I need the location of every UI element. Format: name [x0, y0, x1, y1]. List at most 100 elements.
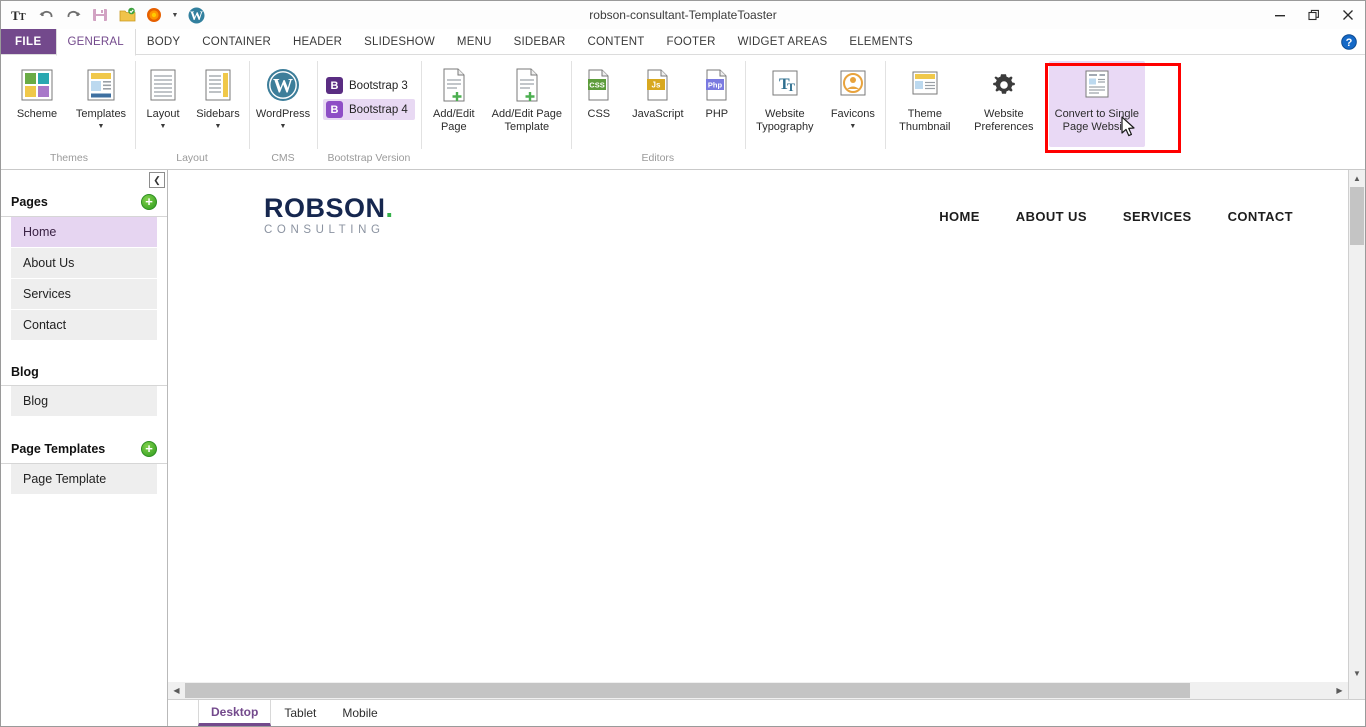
- css-editor-button[interactable]: CSS CSS: [573, 61, 625, 121]
- page-template-item[interactable]: Page Template: [11, 464, 157, 495]
- tab-footer[interactable]: FOOTER: [655, 29, 726, 55]
- ribbon-group-editors: CSS CSS Js JavaScript Php PHP Editors: [570, 55, 745, 169]
- group-label-themes: Themes: [50, 152, 88, 164]
- templatetoaster-window: TT ▼ W robson-consultant-TemplateToaster: [0, 0, 1366, 727]
- collapse-panel-button[interactable]: ❮: [149, 172, 165, 188]
- add-edit-page-template-icon: [511, 63, 543, 107]
- chevron-down-icon[interactable]: ▼: [849, 122, 856, 131]
- quick-access-toolbar: TT ▼ W: [1, 4, 207, 26]
- page-item-about-us[interactable]: About Us: [11, 248, 157, 279]
- ribbon-group-typography: TT Website Typography Favicons ▼: [744, 55, 885, 169]
- blog-item-blog[interactable]: Blog: [11, 386, 157, 417]
- device-tab-mobile[interactable]: Mobile: [329, 700, 390, 726]
- wordpress-icon[interactable]: W: [185, 4, 207, 26]
- redo-icon[interactable]: [62, 4, 84, 26]
- nav-link-contact[interactable]: CONTACT: [1228, 209, 1293, 224]
- nav-link-home[interactable]: HOME: [939, 209, 980, 224]
- tab-widget-areas[interactable]: WIDGET AREAS: [727, 29, 839, 55]
- scroll-left-arrow-icon[interactable]: ◀: [168, 682, 185, 699]
- group-label-layout: Layout: [176, 152, 208, 164]
- wordpress-label: WordPress: [255, 108, 311, 120]
- panel-header-blog: Blog: [1, 359, 167, 386]
- page-item-contact[interactable]: Contact: [11, 310, 157, 341]
- tab-slideshow[interactable]: SLIDESHOW: [353, 29, 446, 55]
- website-preferences-button[interactable]: Website Preferences: [963, 61, 1045, 133]
- scroll-up-arrow-icon[interactable]: ▲: [1349, 170, 1365, 187]
- convert-single-page-wrapper: Convert to Single Page Website: [1044, 61, 1181, 153]
- website-typography-icon: TT: [768, 63, 802, 107]
- convert-single-page-icon: [1081, 63, 1113, 107]
- tab-elements[interactable]: ELEMENTS: [838, 29, 924, 55]
- undo-icon[interactable]: [35, 4, 57, 26]
- vertical-scroll-track[interactable]: [1349, 187, 1365, 665]
- tab-general[interactable]: GENERAL: [55, 29, 136, 56]
- save-icon[interactable]: [89, 4, 111, 26]
- chevron-down-icon[interactable]: ▼: [160, 122, 167, 131]
- firefox-preview-icon[interactable]: [143, 4, 165, 26]
- logo-dot: .: [385, 193, 394, 223]
- svg-text:CSS: CSS: [589, 81, 604, 90]
- php-editor-button[interactable]: Php PHP: [691, 61, 743, 121]
- add-page-template-button[interactable]: +: [141, 441, 157, 457]
- device-tab-tablet[interactable]: Tablet: [271, 700, 329, 726]
- bootstrap-4-option[interactable]: B Bootstrap 4: [323, 99, 415, 120]
- site-nav: HOME ABOUT US SERVICES CONTACT: [939, 209, 1293, 224]
- vertical-scroll-thumb[interactable]: [1350, 187, 1364, 245]
- tab-container[interactable]: CONTAINER: [191, 29, 282, 55]
- chevron-down-icon[interactable]: ▼: [98, 122, 105, 131]
- restore-button[interactable]: [1297, 2, 1331, 28]
- page-item-services[interactable]: Services: [11, 279, 157, 310]
- ribbon-group-layout: Layout ▼ Sidebars ▼ Layout: [135, 55, 249, 169]
- group-label-pages: [423, 165, 569, 167]
- panel-title-blog: Blog: [11, 365, 39, 379]
- favicons-icon: [836, 63, 870, 107]
- js-file-icon: Js: [643, 63, 673, 107]
- preview-horizontal-scrollbar[interactable]: ◀ ▶: [168, 682, 1365, 699]
- tab-sidebar[interactable]: SIDEBAR: [503, 29, 577, 55]
- close-button[interactable]: [1331, 2, 1365, 28]
- templates-icon: [84, 63, 118, 107]
- typography-icon[interactable]: TT: [8, 4, 30, 26]
- tab-body[interactable]: BODY: [136, 29, 191, 55]
- add-page-button[interactable]: +: [141, 194, 157, 210]
- firefox-dropdown-caret[interactable]: ▼: [170, 12, 180, 19]
- minimize-button[interactable]: [1263, 2, 1297, 28]
- layout-button[interactable]: Layout ▼: [137, 61, 189, 131]
- help-icon[interactable]: ?: [1341, 34, 1357, 50]
- tab-content[interactable]: CONTENT: [576, 29, 655, 55]
- chevron-down-icon[interactable]: ▼: [280, 122, 287, 131]
- layout-icon: [147, 63, 179, 107]
- chevron-down-icon[interactable]: ▼: [215, 122, 222, 131]
- nav-link-about-us[interactable]: ABOUT US: [1016, 209, 1087, 224]
- website-typography-button[interactable]: TT Website Typography: [747, 61, 823, 133]
- theme-thumbnail-button[interactable]: Theme Thumbnail: [887, 61, 963, 133]
- php-label: PHP: [705, 108, 729, 120]
- horizontal-scroll-track[interactable]: [185, 682, 1331, 699]
- scroll-right-arrow-icon[interactable]: ▶: [1331, 682, 1348, 699]
- tab-file[interactable]: FILE: [1, 29, 56, 55]
- open-folder-icon[interactable]: [116, 4, 138, 26]
- site-logo[interactable]: ROBSON. CONSULTING: [264, 194, 394, 238]
- tab-menu[interactable]: MENU: [446, 29, 503, 55]
- page-item-home[interactable]: Home: [11, 217, 157, 248]
- tab-header[interactable]: HEADER: [282, 29, 353, 55]
- wordpress-button[interactable]: W WordPress ▼: [251, 61, 315, 131]
- bootstrap-3-option[interactable]: B Bootstrap 3: [323, 75, 415, 96]
- wordpress-icon: W: [265, 63, 301, 107]
- javascript-editor-button[interactable]: Js JavaScript: [625, 61, 691, 121]
- bootstrap-badge-icon: B: [326, 77, 343, 94]
- nav-link-services[interactable]: SERVICES: [1123, 209, 1192, 224]
- sidebars-button[interactable]: Sidebars ▼: [189, 61, 247, 131]
- scroll-down-arrow-icon[interactable]: ▼: [1349, 665, 1365, 682]
- add-edit-page-button[interactable]: Add/Edit Page: [423, 61, 485, 133]
- preview-vertical-scrollbar[interactable]: ▲ ▼: [1348, 170, 1365, 682]
- css-label: CSS: [587, 108, 611, 120]
- favicons-button[interactable]: Favicons ▼: [823, 61, 883, 131]
- add-edit-page-template-button[interactable]: Add/Edit Page Template: [485, 61, 569, 133]
- panel-title-page-templates: Page Templates: [11, 442, 106, 456]
- scheme-button[interactable]: Scheme: [5, 61, 69, 121]
- device-tab-desktop[interactable]: Desktop: [198, 700, 272, 726]
- horizontal-scroll-thumb[interactable]: [185, 683, 1190, 698]
- templates-button[interactable]: Templates ▼: [69, 61, 133, 131]
- color-scheme-icon: [20, 63, 54, 107]
